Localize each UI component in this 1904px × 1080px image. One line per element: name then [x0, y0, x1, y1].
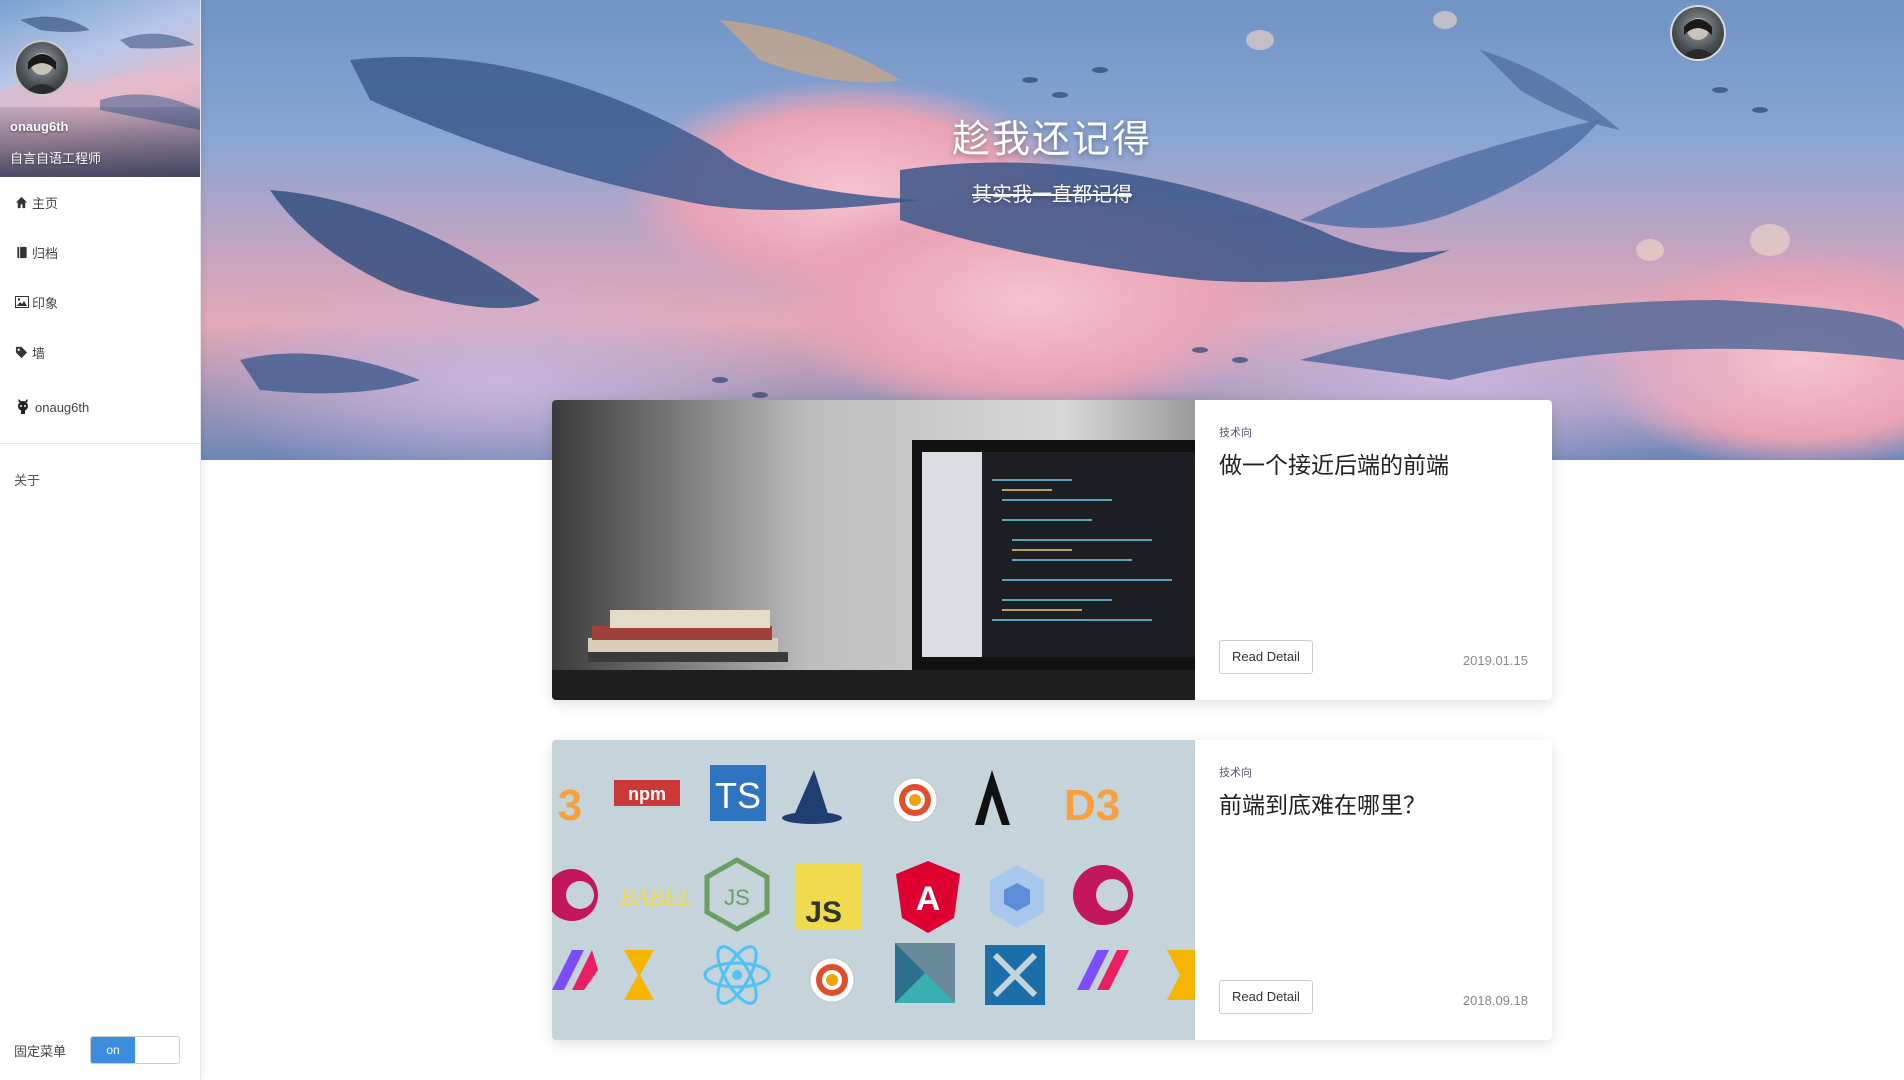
pin-menu-label: 固定菜单: [14, 1043, 67, 1059]
post-info: 技术向 前端到底难在哪里？ Read Detail 2018.09.18: [1195, 740, 1552, 1040]
svg-text:TS: TS: [715, 775, 761, 816]
sidebar-item-wall[interactable]: 墙: [0, 327, 200, 377]
profile-header: onaug6th 自言自语工程师: [0, 0, 200, 177]
post-thumbnail-logos[interactable]: npm TS D3 3 BABEL JS JS A: [552, 740, 1195, 1040]
avatar-image: [24, 53, 60, 94]
sidebar-item-label: 主页: [32, 195, 59, 211]
post-card: npm TS D3 3 BABEL JS JS A 技术向 前端到底难在哪里？ …: [552, 740, 1552, 1040]
svg-text:JS: JS: [805, 896, 842, 929]
sidebar-item-label: 墙: [32, 345, 46, 361]
sidebar-item-home[interactable]: 主页: [0, 177, 200, 227]
svg-text:npm: npm: [628, 784, 666, 804]
post-title[interactable]: 前端到底难在哪里？: [1219, 786, 1426, 820]
sidebar-item-impressions[interactable]: 印象: [0, 277, 200, 327]
svg-text:D3: D3: [1064, 781, 1120, 830]
avatar-image: [1680, 18, 1716, 59]
avatar[interactable]: [14, 40, 70, 96]
laptop-desk-image: [552, 400, 1195, 700]
sidebar-item-archive[interactable]: 归档: [0, 227, 200, 277]
pin-menu-toggle[interactable]: on: [90, 1036, 181, 1064]
profile-title: 自言自语工程师: [10, 151, 102, 166]
post-title[interactable]: 做一个接近后端的前端: [1219, 446, 1449, 480]
post-info: 技术向 做一个接近后端的前端 Read Detail 2019.01.15: [1195, 400, 1552, 700]
hero-title: 趁我还记得: [951, 119, 1152, 161]
post-category[interactable]: 技术向: [1219, 764, 1252, 780]
home-icon: [14, 195, 29, 210]
svg-text:A: A: [916, 880, 941, 918]
sidebar: onaug6th 自言自语工程师 主页 归档 印象 墙 onaug6th 关于 …: [0, 0, 201, 1080]
post-date: 2018.09.18: [1462, 993, 1528, 1008]
pin-menu: 固定菜单 on: [14, 1036, 181, 1064]
top-avatar[interactable]: [1670, 5, 1726, 61]
github-icon: [14, 398, 32, 416]
image-icon: [14, 295, 29, 310]
post-category[interactable]: 技术向: [1219, 424, 1252, 440]
sidebar-menu: 主页 归档 印象 墙 onaug6th: [0, 177, 200, 437]
hero-background-image: [200, 11, 1904, 460]
tag-icon: [14, 345, 29, 360]
svg-text:BABEL: BABEL: [620, 885, 692, 911]
post-thumbnail-laptop[interactable]: [552, 400, 1195, 700]
about-link[interactable]: 关于: [0, 444, 200, 489]
sidebar-item-label: onaug6th: [35, 399, 90, 415]
read-detail-button[interactable]: Read Detail: [1219, 640, 1313, 674]
svg-text:3: 3: [558, 781, 582, 830]
hero-banner: 趁我还记得 其实我一直都记得: [200, 0, 1904, 460]
read-detail-button[interactable]: Read Detail: [1219, 980, 1313, 1014]
frontend-logos-image: npm TS D3 3 BABEL JS JS A: [552, 740, 1195, 1040]
svg-text:JS: JS: [724, 885, 750, 910]
post-card: 技术向 做一个接近后端的前端 Read Detail 2019.01.15: [552, 400, 1552, 700]
profile-name: onaug6th: [10, 119, 69, 134]
hero-subtitle: 其实我一直都记得: [972, 184, 1132, 206]
book-icon: [14, 245, 29, 260]
sidebar-item-label: 归档: [32, 245, 59, 261]
sidebar-item-label: 印象: [32, 295, 59, 311]
post-date: 2019.01.15: [1462, 653, 1528, 668]
toggle-on-label: on: [91, 1037, 136, 1063]
sidebar-item-github[interactable]: onaug6th: [0, 377, 200, 437]
